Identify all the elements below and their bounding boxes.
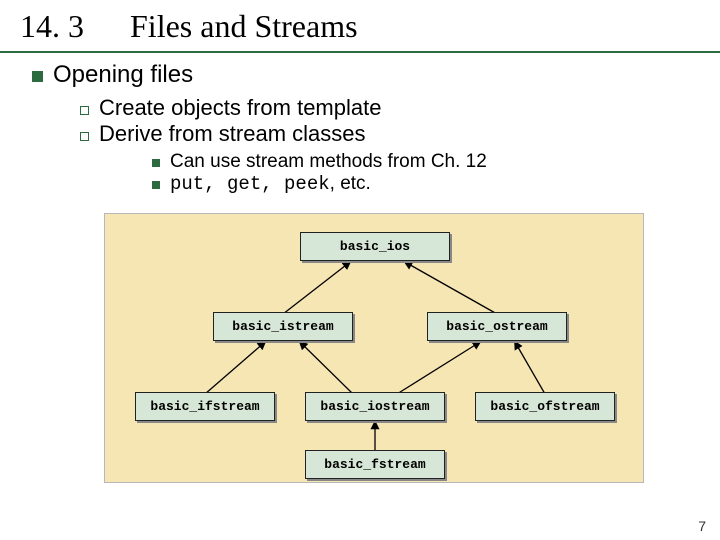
item-create-objects: Create objects from template [99,95,381,121]
heading-opening-files: Opening files [53,61,193,89]
node-basic-istream: basic_istream [213,312,353,341]
bullet-square-small-icon [152,159,160,167]
node-basic-ostream: basic_ostream [427,312,567,341]
node-basic-fstream: basic_fstream [305,450,445,479]
slide-header: 14. 3 Files and Streams [0,0,720,53]
node-basic-ofstream: basic_ofstream [475,392,615,421]
item-method-list: put, get, peek, etc. [170,173,371,195]
slide-body: Opening files Create objects from templa… [0,53,720,483]
page-number: 7 [698,518,706,534]
node-basic-iostream: basic_iostream [305,392,445,421]
section-number: 14. 3 [20,8,130,45]
item-derive-classes: Derive from stream classes [99,121,366,147]
bullet-square-icon [32,71,43,82]
item-stream-methods: Can use stream methods from Ch. 12 [170,151,487,173]
node-basic-ifstream: basic_ifstream [135,392,275,421]
bullet-hollow-icon [80,132,89,141]
section-title: Files and Streams [130,8,358,45]
bullet-square-small-icon [152,181,160,189]
node-basic-ios: basic_ios [300,232,450,261]
code-methods-tail: , etc. [330,173,371,194]
class-hierarchy-diagram: basic_ios basic_istream basic_ostream ba… [104,213,644,483]
code-methods: put, get, peek [170,173,330,195]
bullet-hollow-icon [80,106,89,115]
